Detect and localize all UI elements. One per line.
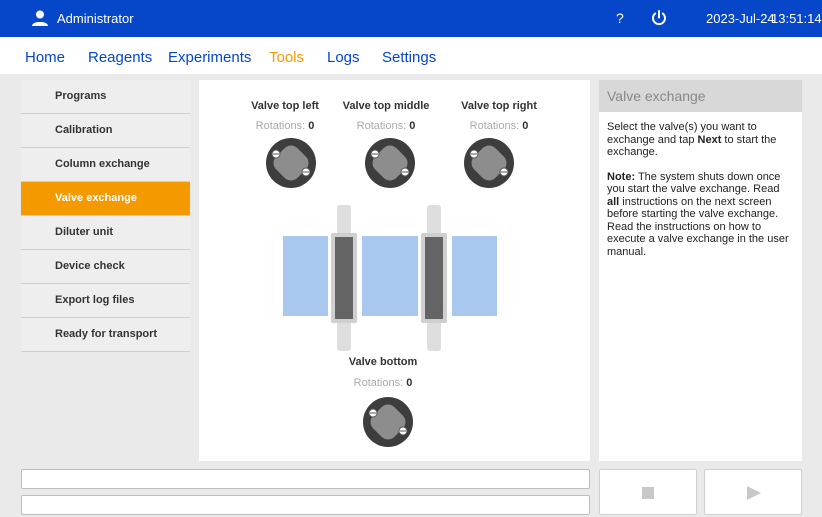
sidebar-item-programs[interactable]: Programs — [21, 80, 190, 114]
info-panel: Valve exchange Select the valve(s) you w… — [599, 80, 802, 461]
valve-bottom-icon[interactable] — [362, 396, 414, 448]
column-right — [421, 205, 447, 351]
valve-top-right-icon[interactable] — [463, 137, 515, 189]
valve-top-middle-rotations: Rotations: 0 — [356, 120, 416, 132]
play-icon — [747, 486, 761, 500]
valve-top-middle-icon[interactable] — [364, 137, 416, 189]
sidebar-item-export-log-files[interactable]: Export log files — [21, 284, 190, 318]
date-display: 2023-Jul-24 — [706, 11, 775, 26]
nav-experiments[interactable]: Experiments — [168, 49, 251, 66]
block-1 — [283, 236, 328, 316]
nav-settings[interactable]: Settings — [382, 49, 436, 66]
time-display: 13:51:14 — [771, 11, 822, 26]
valve-top-middle-title: Valve top middle — [342, 100, 430, 112]
valve-top-left-title: Valve top left — [251, 100, 319, 112]
nav-logs[interactable]: Logs — [327, 49, 360, 66]
valve-top-left-rotations: Rotations: 0 — [255, 120, 315, 132]
valve-bottom-rotations: Rotations: 0 — [353, 377, 413, 389]
sidebar-item-ready-for-transport[interactable]: Ready for transport — [21, 318, 190, 352]
status-bar-2 — [21, 495, 590, 515]
user-icon[interactable] — [31, 9, 49, 27]
info-paragraph-2: Note: The system shuts down once you sta… — [607, 170, 789, 258]
nav-reagents[interactable]: Reagents — [88, 49, 152, 66]
column-left — [331, 205, 357, 351]
sidebar-item-valve-exchange[interactable]: Valve exchange — [21, 182, 190, 216]
nav-home[interactable]: Home — [25, 49, 65, 66]
tools-sidebar: Programs Calibration Column exchange Val… — [21, 80, 190, 352]
stop-icon — [642, 487, 654, 499]
user-name[interactable]: Administrator — [57, 11, 134, 26]
valve-top-right-rotations: Rotations: 0 — [469, 120, 529, 132]
info-title: Valve exchange — [599, 80, 802, 112]
top-bar: Administrator ? 2023-Jul-24 13:51:14 — [0, 0, 822, 37]
valve-panel: Valve top left Rotations: 0 Valve top mi… — [199, 80, 590, 461]
valve-top-right-title: Valve top right — [461, 100, 537, 112]
sidebar-item-device-check[interactable]: Device check — [21, 250, 190, 284]
power-icon[interactable] — [650, 9, 668, 27]
main-nav: Home Reagents Experiments Tools Logs Set… — [0, 37, 822, 74]
help-button[interactable]: ? — [616, 10, 624, 26]
sidebar-item-column-exchange[interactable]: Column exchange — [21, 148, 190, 182]
instrument-diagram — [283, 205, 497, 351]
sidebar-item-calibration[interactable]: Calibration — [21, 114, 190, 148]
block-3 — [452, 236, 497, 316]
info-body: Select the valve(s) you want to exchange… — [599, 112, 802, 258]
nav-tools[interactable]: Tools — [269, 49, 304, 66]
block-2 — [362, 236, 418, 316]
valve-bottom-title: Valve bottom — [348, 356, 418, 368]
info-paragraph-1: Select the valve(s) you want to exchange… — [607, 121, 777, 158]
sidebar-item-diluter-unit[interactable]: Diluter unit — [21, 216, 190, 250]
play-button[interactable] — [704, 469, 802, 515]
status-bar-1 — [21, 469, 590, 489]
valve-top-left-icon[interactable] — [265, 137, 317, 189]
stop-button[interactable] — [599, 469, 697, 515]
